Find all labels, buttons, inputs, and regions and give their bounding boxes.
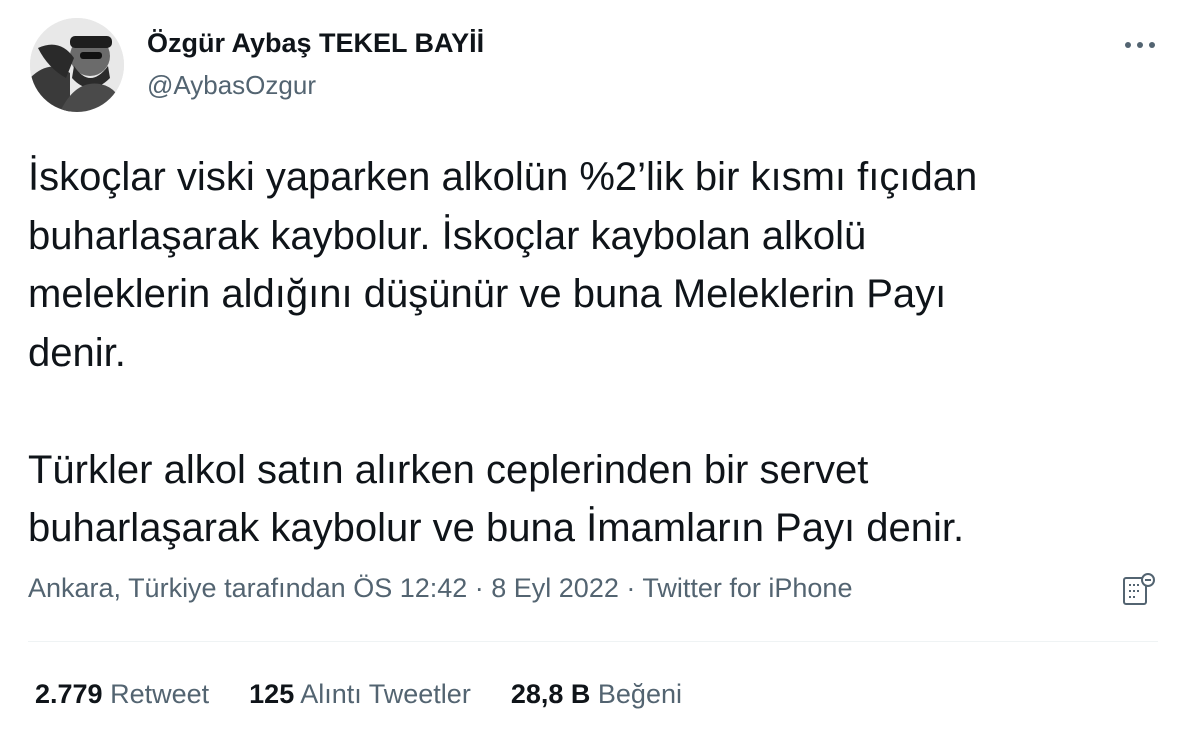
- source-label: Twitter for iPhone: [642, 573, 853, 603]
- display-name[interactable]: Özgür Aybaş TEKEL BAYİİ: [147, 28, 484, 59]
- retweets-stat[interactable]: 2.779 Retweet: [35, 679, 209, 710]
- timestamp-date[interactable]: 8 Eyl 2022: [491, 573, 619, 603]
- quote-count: 125: [249, 679, 295, 709]
- quotes-stat[interactable]: 125 Alıntı Tweetler: [249, 679, 471, 710]
- location-link[interactable]: Ankara, Türkiye tarafından: [28, 573, 346, 603]
- tweet-stats: 2.779 Retweet 125 Alıntı Tweetler 28,8 B…: [35, 679, 682, 710]
- user-handle[interactable]: @AybasOzgur: [147, 70, 316, 101]
- tweet-text: İskoçlar viski yaparken alkolün %2’lik b…: [28, 148, 1158, 558]
- timestamp-time[interactable]: ÖS 12:42: [353, 573, 467, 603]
- like-label: Beğeni: [597, 679, 682, 709]
- divider: [28, 641, 1158, 642]
- retweet-count: 2.779: [35, 679, 103, 709]
- avatar[interactable]: [30, 18, 124, 112]
- more-horizontal-icon: [1125, 42, 1155, 48]
- retweet-label: Retweet: [110, 679, 210, 709]
- quote-label: Alıntı Tweetler: [300, 679, 471, 709]
- separator: ·: [467, 573, 492, 603]
- analytics-button[interactable]: [1121, 572, 1157, 608]
- tweet-paragraph: İskoçlar viski yaparken alkolün %2’lik b…: [28, 155, 978, 375]
- more-options-button[interactable]: [1118, 30, 1162, 60]
- analytics-icon: [1123, 573, 1155, 605]
- like-count: 28,8 B: [510, 679, 591, 709]
- tweet-paragraph: Türkler alkol satın alırken ceplerinden …: [28, 447, 965, 551]
- separator: ·: [618, 573, 643, 603]
- tweet-meta: Ankara, Türkiye tarafından ÖS 12:42 · 8 …: [28, 573, 852, 604]
- likes-stat[interactable]: 28,8 B Beğeni: [511, 679, 682, 710]
